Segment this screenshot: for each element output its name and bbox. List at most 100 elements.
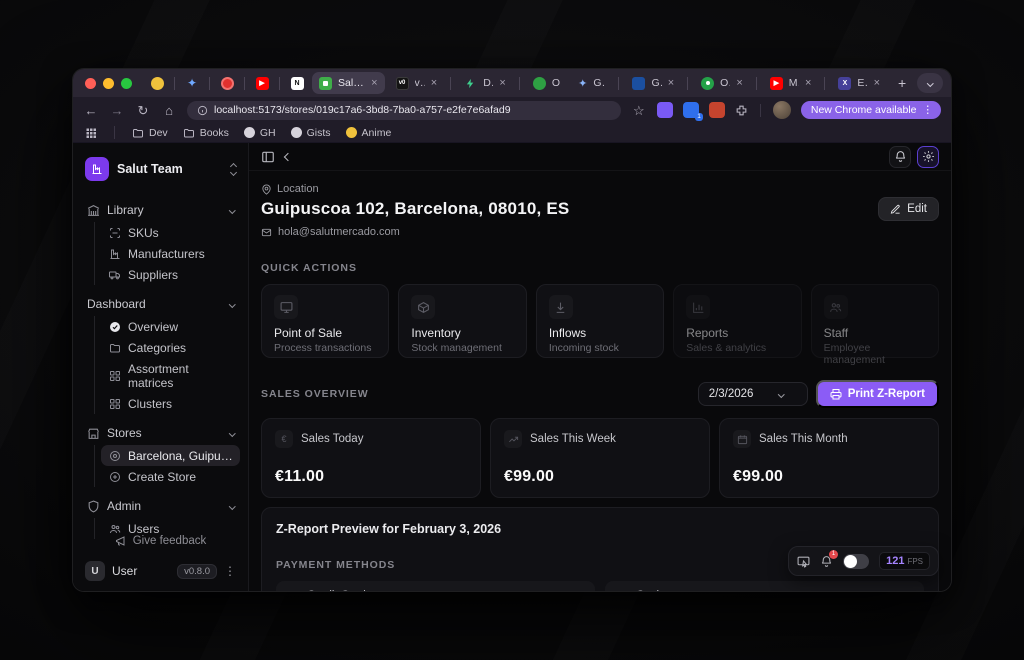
quick-action-inventory[interactable]: Inventory Stock management — [398, 284, 526, 358]
extension-icon-purple[interactable] — [657, 102, 673, 118]
pinned-tab-sparkle[interactable]: ✦ — [181, 72, 203, 94]
sidebar-item-assortment-matrices[interactable]: Assortment matrices — [101, 358, 240, 393]
profile-avatar[interactable] — [773, 101, 791, 119]
inspect-panel-icon[interactable] — [797, 555, 810, 568]
bookmarks-bar: Dev Books GH Gists Anime — [73, 123, 951, 143]
sidebar-item-suppliers[interactable]: Suppliers — [101, 264, 240, 285]
sidebar-section-admin[interactable]: Admin — [81, 495, 240, 517]
new-tab-button[interactable]: + — [891, 72, 913, 94]
close-tab-icon[interactable]: × — [736, 77, 742, 89]
user-menu[interactable]: U User v0.8.0 ⋮ — [81, 555, 240, 583]
back-chevron-icon[interactable] — [284, 152, 292, 160]
url-text: localhost:5173/stores/019c17a6-3bd8-7ba0… — [214, 104, 511, 116]
grid-icon — [108, 370, 121, 382]
zoom-window-button[interactable] — [121, 78, 132, 89]
sidebar-section-dashboard[interactable]: Dashboard — [81, 293, 240, 315]
tab-gs1-database[interactable]: GS1 Datab × — [625, 72, 681, 94]
tab-google[interactable]: ✦ Goog — [571, 72, 612, 94]
sidebar-toggle-icon[interactable] — [261, 150, 275, 164]
home-button[interactable]: ⌂ — [161, 104, 177, 117]
minimize-window-button[interactable] — [103, 78, 114, 89]
reload-button[interactable]: ↻ — [135, 104, 151, 117]
close-tab-icon[interactable]: × — [431, 77, 437, 89]
kebab-menu-icon[interactable]: ⋮ — [224, 564, 236, 578]
sidebar-section-stores[interactable]: Stores — [81, 422, 240, 444]
bookmark-folder-books[interactable]: Books — [183, 127, 229, 139]
quick-action-point-of-sale[interactable]: Point of Sale Process transactions — [261, 284, 389, 358]
sidebar-item-skus[interactable]: SKUs — [101, 222, 240, 243]
kebab-menu-icon[interactable]: ⋮ — [923, 104, 934, 116]
chevron-down-icon — [779, 391, 785, 397]
give-feedback-button[interactable]: Give feedback — [81, 527, 240, 555]
pinned-tab-youtube[interactable]: ▶ — [251, 72, 273, 94]
sidebar-item-clusters[interactable]: Clusters — [101, 393, 240, 414]
package-icon — [411, 295, 435, 319]
extension-icon-blue[interactable]: 1 — [683, 102, 699, 118]
tab-excalidraw[interactable]: X Excalidraw × — [831, 72, 887, 94]
sidebar-item-create-store[interactable]: Create Store — [101, 466, 240, 487]
chevron-down-icon — [229, 207, 235, 213]
anime-icon — [346, 127, 357, 138]
folder-icon — [132, 127, 144, 139]
forward-button[interactable]: → — [109, 104, 125, 117]
close-tab-icon[interactable]: × — [499, 77, 505, 89]
tab-default-project[interactable]: Default Pr × — [457, 72, 513, 94]
bookmark-folder-dev[interactable]: Dev — [132, 127, 168, 139]
notifications-bell-icon[interactable]: 1 — [820, 555, 833, 568]
pinned-tab-notion[interactable]: N — [286, 72, 308, 94]
stat-value: €11.00 — [275, 468, 467, 486]
location-label: Location — [277, 183, 319, 195]
tab-octo-api[interactable]: Octo API × — [694, 72, 750, 94]
quick-action-staff[interactable]: Staff Employee management — [811, 284, 939, 358]
close-tab-icon[interactable]: × — [874, 77, 880, 89]
sidebar-item-overview[interactable]: Overview — [101, 316, 240, 337]
sidebar-item-categories[interactable]: Categories — [101, 337, 240, 358]
payment-method-credit-card: Credit Card €55.00 — [276, 581, 595, 591]
tab-strip: ✦ ▶ N Salut ERP × v0 v0 by Verc × Defaul… — [73, 69, 951, 97]
print-z-report-button[interactable]: Print Z-Report — [816, 380, 939, 408]
bookmark-gists[interactable]: Gists — [291, 127, 331, 139]
close-tab-icon[interactable]: × — [371, 77, 377, 89]
tab-search-button[interactable] — [917, 73, 943, 93]
credit-card-icon — [288, 590, 300, 591]
bookmark-anime[interactable]: Anime — [346, 127, 392, 139]
settings-button[interactable] — [917, 146, 939, 168]
apps-grid-icon[interactable] — [85, 127, 97, 139]
tab-mohnish[interactable]: ▶ Mohnish P × — [763, 72, 819, 94]
pinned-tab-red[interactable] — [216, 72, 238, 94]
main-topbar — [249, 143, 951, 171]
close-tab-icon[interactable]: × — [668, 77, 674, 89]
sidebar-section-library[interactable]: Library — [81, 199, 240, 221]
sales-overview-header: SALES OVERVIEW 2/3/2026 Print Z-Report — [261, 380, 939, 408]
team-switcher[interactable]: Salut Team — [81, 153, 240, 185]
extension-icon-red[interactable] — [709, 102, 725, 118]
fps-counter: 121 FPS — [879, 552, 930, 570]
dev-toggle-switch[interactable] — [843, 554, 869, 569]
back-button[interactable]: ← — [83, 104, 99, 117]
check-circle-icon — [108, 321, 121, 333]
sidebar-item-manufacturers[interactable]: Manufacturers — [101, 243, 240, 264]
notification-badge: 1 — [829, 550, 838, 559]
youtube-icon: ▶ — [256, 77, 269, 90]
quick-action-reports[interactable]: Reports Sales & analytics — [673, 284, 801, 358]
tab-label: Excalidraw — [857, 77, 867, 89]
address-bar[interactable]: localhost:5173/stores/019c17a6-3bd8-7ba0… — [187, 101, 621, 120]
tab-octo[interactable]: Octo — [526, 72, 567, 94]
tab-salut-erp[interactable]: Salut ERP × — [312, 72, 385, 94]
quick-action-inflows[interactable]: Inflows Incoming stock — [536, 284, 664, 358]
close-tab-icon[interactable]: × — [805, 77, 811, 89]
extensions-puzzle-icon[interactable] — [735, 104, 748, 117]
site-info-icon[interactable] — [197, 105, 208, 116]
bookmark-gh[interactable]: GH — [244, 127, 276, 139]
pinned-tab-duck[interactable] — [146, 72, 168, 94]
edit-button[interactable]: Edit — [878, 197, 939, 221]
date-select[interactable]: 2/3/2026 — [698, 382, 808, 406]
bookmark-star-icon[interactable]: ☆ — [631, 104, 647, 117]
monitor-icon — [274, 295, 298, 319]
sidebar-item-store-barcelona[interactable]: Barcelona, Guipuscoa, 102 — [101, 445, 240, 466]
store-icon — [87, 427, 100, 440]
close-window-button[interactable] — [85, 78, 96, 89]
tab-v0[interactable]: v0 v0 by Verc × — [389, 72, 445, 94]
notifications-button[interactable] — [889, 146, 911, 168]
chrome-update-button[interactable]: New Chrome available ⋮ — [801, 101, 941, 119]
